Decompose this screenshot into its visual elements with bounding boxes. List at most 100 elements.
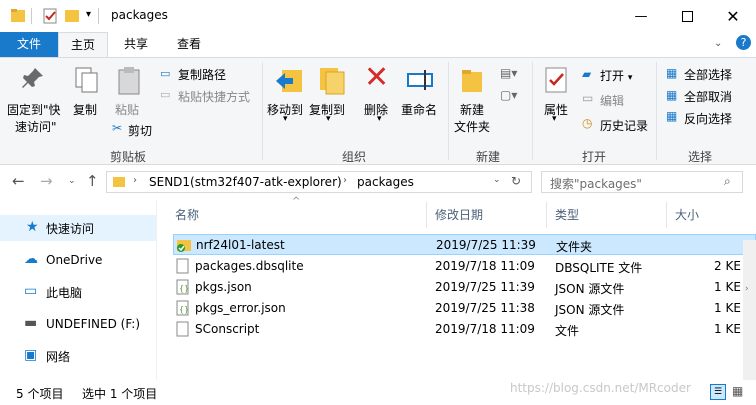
folder-icon [11, 9, 25, 22]
help-icon[interactable]: ? [736, 35, 751, 50]
folder-icon [177, 240, 191, 252]
address-bar[interactable]: › SEND1(stm32f407-atk-explorer) › packag… [106, 171, 532, 193]
ribbon-tabs: 文件 主页 共享 查看 ⌄ ? [0, 32, 756, 57]
network-icon: ▣ [24, 347, 38, 363]
json-file-icon: {} [176, 279, 189, 295]
tab-home[interactable]: 主页 [58, 32, 108, 57]
chevron-down-icon[interactable]: ⌄ [68, 176, 76, 186]
nav-item-quick-access[interactable]: ★ 快速访问 [0, 215, 156, 241]
select-none-button[interactable]: 全部取消 [684, 88, 732, 105]
select-none-icon: ▦ [666, 88, 678, 102]
chevron-right-icon[interactable]: › [745, 284, 749, 294]
pin-quick-access-button[interactable]: 固定到"快 速访问" [7, 101, 61, 135]
maximize-button[interactable] [664, 0, 710, 32]
new-folder-icon[interactable] [64, 7, 80, 25]
history-button[interactable]: 历史记录 [600, 117, 648, 134]
breadcrumb-packages[interactable]: packages [357, 175, 414, 189]
group-new-label: 新建 [476, 150, 501, 164]
cloud-icon: ☁ [24, 251, 38, 267]
separator [666, 202, 667, 228]
refresh-icon[interactable]: ↻ [511, 174, 521, 188]
search-box[interactable]: 搜索"packages" ⌕ [541, 171, 743, 193]
separator [262, 62, 263, 160]
invert-selection-button[interactable]: 反向选择 [684, 110, 732, 127]
file-type: 文件 [555, 324, 580, 338]
file-size: 1 KE [714, 301, 741, 315]
back-arrow-icon[interactable]: ← [12, 172, 25, 190]
copy-path-button[interactable]: 复制路径 [178, 66, 226, 83]
breadcrumb-send1[interactable]: SEND1(stm32f407-atk-explorer) [149, 175, 342, 189]
move-to-icon [276, 70, 302, 92]
vertical-scrollbar[interactable]: › [743, 240, 756, 380]
pin-label-2: 速访问" [15, 120, 57, 134]
separator [532, 62, 533, 160]
cut-button[interactable]: 剪切 [128, 122, 152, 139]
nav-label: 快速访问 [46, 221, 95, 236]
chevron-down-icon[interactable]: ⌄ [714, 38, 722, 49]
file-row[interactable]: {} pkgs.json 2019/7/25 11:39 JSON 源文件 1 … [173, 277, 756, 298]
new-item-icon[interactable]: ▤▾ [500, 66, 517, 80]
rename-button[interactable]: 重命名 [401, 101, 437, 118]
forward-arrow-icon[interactable]: → [40, 172, 53, 190]
up-arrow-icon[interactable]: ↑ [86, 172, 99, 190]
customize-quick-access-icon[interactable]: ▾ [86, 9, 91, 27]
new-folder-icon [462, 70, 482, 92]
new-folder-label-1: 新建 [460, 103, 485, 117]
nav-item-onedrive[interactable]: ☁ OneDrive [0, 247, 156, 273]
chevron-down-icon: ▾ [627, 73, 633, 83]
tab-file[interactable]: 文件 [0, 32, 58, 57]
properties-icon[interactable] [42, 7, 58, 25]
new-folder-button[interactable]: 新建 文件夹 [454, 101, 490, 135]
nav-item-this-pc[interactable]: ▭ 此电脑 [0, 279, 156, 305]
easy-access-icon[interactable]: ▢▾ [500, 88, 517, 102]
file-row[interactable]: SConscript 2019/7/18 11:09 文件 1 KE [173, 319, 756, 340]
watermark: https://blog.csdn.net/MRcoder [510, 381, 691, 395]
group-organize-label: 组织 [342, 150, 367, 164]
column-header-name[interactable]: 名称 [175, 206, 199, 223]
column-header-date[interactable]: 修改日期 [435, 206, 483, 223]
svg-text:{}: {} [179, 305, 189, 314]
column-header-type[interactable]: 类型 [555, 206, 579, 223]
chevron-down-icon: ▾ [377, 114, 382, 124]
details-view-icon[interactable]: ☰ [710, 384, 726, 400]
paste-button[interactable]: 粘贴 [115, 101, 139, 118]
edit-button[interactable]: 编辑 [600, 92, 624, 109]
large-icons-view-icon[interactable]: ▦ [732, 384, 743, 398]
file-date: 2019/7/25 11:38 [435, 301, 535, 315]
group-open-label: 打开 [582, 150, 607, 164]
history-icon: ◷ [582, 116, 593, 130]
chevron-down-icon: ▾ [552, 114, 557, 124]
file-name: pkgs.json [195, 280, 252, 294]
file-row[interactable]: nrf24l01-latest 2019/7/25 11:39 文件夹 [173, 234, 756, 255]
file-size: 1 KE [714, 280, 741, 294]
file-name: SConscript [195, 322, 260, 336]
delete-button[interactable]: 删除 [364, 101, 388, 118]
chevron-right-icon[interactable]: › [133, 175, 137, 186]
copy-button[interactable]: 复制 [73, 101, 97, 118]
chevron-right-icon[interactable]: › [343, 175, 347, 186]
tab-view[interactable]: 查看 [164, 32, 214, 57]
svg-text:{}: {} [179, 284, 189, 293]
file-row[interactable]: packages.dbsqlite 2019/7/18 11:09 DBSQLI… [173, 256, 756, 277]
chevron-down-icon[interactable]: ⌄ [493, 175, 501, 185]
select-all-button[interactable]: 全部选择 [684, 66, 732, 83]
separator [448, 62, 449, 160]
tab-share[interactable]: 共享 [112, 32, 160, 57]
json-file-icon: {} [176, 300, 189, 316]
nav-item-network[interactable]: ▣ 网络 [0, 343, 156, 369]
rename-icon [407, 70, 433, 90]
file-icon [176, 321, 189, 337]
separator [98, 8, 99, 24]
file-name: nrf24l01-latest [196, 238, 285, 252]
close-button[interactable]: ✕ [710, 0, 756, 32]
group-select-label: 选择 [688, 150, 713, 164]
open-button[interactable]: 打开 ▾ [600, 67, 632, 84]
paste-shortcut-button[interactable]: 粘贴快捷方式 [178, 88, 250, 105]
nav-label: 网络 [46, 349, 71, 364]
column-header-size[interactable]: 大小 [675, 206, 699, 223]
minimize-button[interactable]: — [618, 0, 664, 32]
drive-icon: ▬ [24, 315, 38, 331]
file-row[interactable]: {} pkgs_error.json 2019/7/25 11:38 JSON … [173, 298, 756, 319]
nav-item-undefined-f[interactable]: ▬ UNDEFINED (F:) [0, 311, 156, 337]
search-input[interactable]: 搜索"packages" [550, 175, 642, 192]
